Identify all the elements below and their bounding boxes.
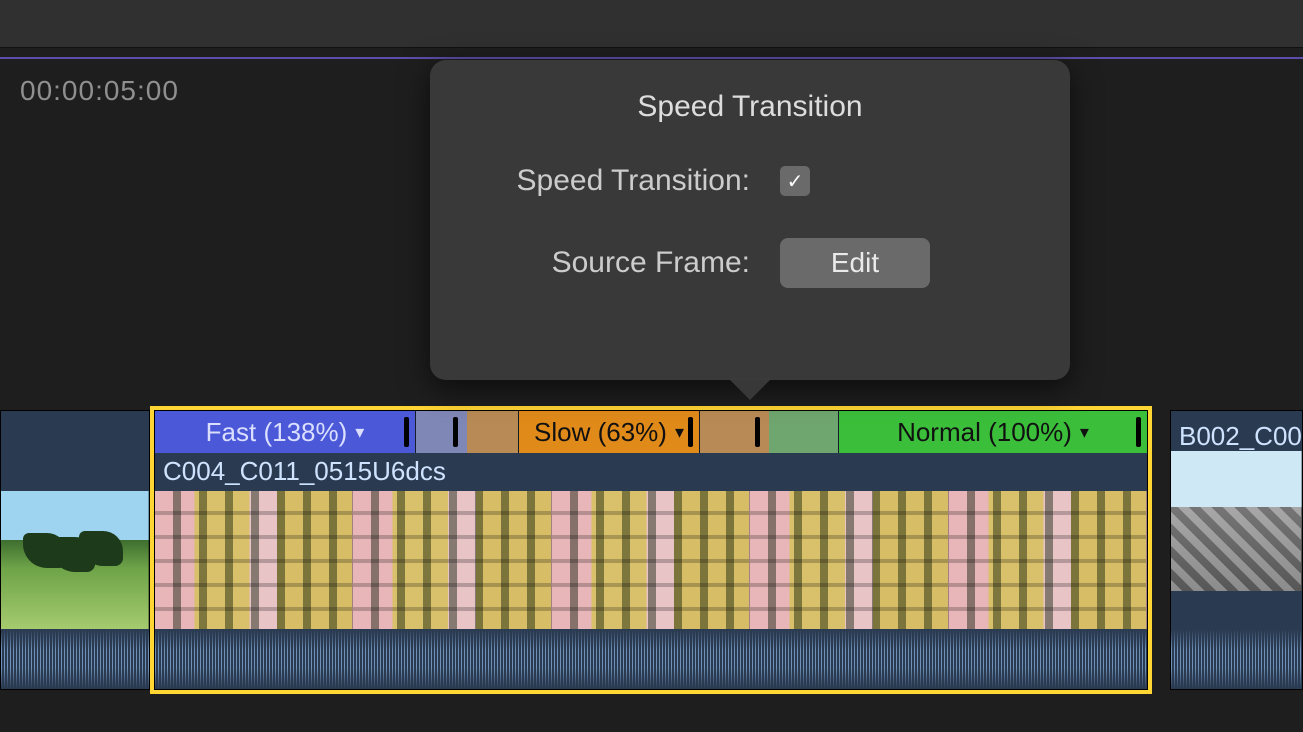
speed-transition-label: Speed Transition: (480, 164, 780, 198)
clip-main-name-label: C004_C011_0515U6dcs (163, 456, 446, 487)
speed-segment-normal-label: Normal (100%) (897, 417, 1072, 448)
thumbnail (552, 491, 750, 631)
chevron-down-icon[interactable]: ▾ (675, 422, 684, 443)
speed-segment-slow[interactable]: Slow (63%) ▾ (519, 411, 699, 453)
clip-main-waveform (155, 629, 1147, 689)
speed-segment-fast[interactable]: Fast (138%) ▾ (155, 411, 415, 453)
thumbnail (353, 491, 551, 631)
source-frame-label: Source Frame: (480, 246, 780, 280)
timeline-track[interactable]: Fast (138%) ▾ Slow (63%) ▾ Normal (100%)… (0, 410, 1303, 690)
speed-segment-handle[interactable] (688, 417, 693, 447)
clip-right-name-label: B002_C00 (1179, 421, 1302, 452)
thumbnail (1, 491, 149, 631)
speed-transition-popover: Speed Transition Speed Transition: ✓ Sou… (430, 60, 1070, 380)
retime-editor-bar[interactable]: Fast (138%) ▾ Slow (63%) ▾ Normal (100%)… (155, 411, 1147, 453)
speed-segment-normal[interactable]: Normal (100%) ▾ (839, 411, 1147, 453)
popover-row-source-frame: Source Frame: Edit (480, 238, 1020, 288)
clip-right[interactable]: B002_C00 (1170, 410, 1303, 690)
chevron-down-icon[interactable]: ▾ (1080, 422, 1089, 443)
speed-segment-slow-label: Slow (63%) (534, 417, 667, 448)
speed-segment-handle[interactable] (1136, 417, 1141, 447)
popover-title: Speed Transition (480, 90, 1020, 124)
window-top-bar (0, 0, 1303, 48)
clip-right-waveform (1171, 629, 1302, 689)
clip-right-filmstrip (1171, 451, 1302, 591)
ruler-timecode: 00:00:05:00 (20, 75, 179, 107)
popover-row-transition: Speed Transition: ✓ (480, 164, 1020, 198)
clip-left-waveform (1, 629, 149, 689)
clip-left-filmstrip (1, 491, 149, 631)
clip-main-selected[interactable]: Fast (138%) ▾ Slow (63%) ▾ Normal (100%)… (154, 410, 1148, 690)
thumbnail (1171, 451, 1302, 591)
thumbnail (155, 491, 353, 631)
speed-transition-checkbox[interactable]: ✓ (780, 166, 810, 196)
speed-segment-handle[interactable] (404, 417, 409, 447)
thumbnail (750, 491, 948, 631)
source-frame-edit-button[interactable]: Edit (780, 238, 930, 288)
timeline-ruler (0, 57, 1303, 59)
speed-transition-handle[interactable] (755, 417, 760, 447)
speed-segment-fast-label: Fast (138%) (206, 417, 348, 448)
clip-left[interactable] (0, 410, 150, 690)
speed-transition-2[interactable] (699, 411, 839, 453)
thumbnail (949, 491, 1147, 631)
clip-main-filmstrip (155, 491, 1147, 631)
chevron-down-icon[interactable]: ▾ (355, 422, 364, 443)
speed-transition-1[interactable] (415, 411, 519, 453)
speed-transition-handle[interactable] (453, 417, 458, 447)
